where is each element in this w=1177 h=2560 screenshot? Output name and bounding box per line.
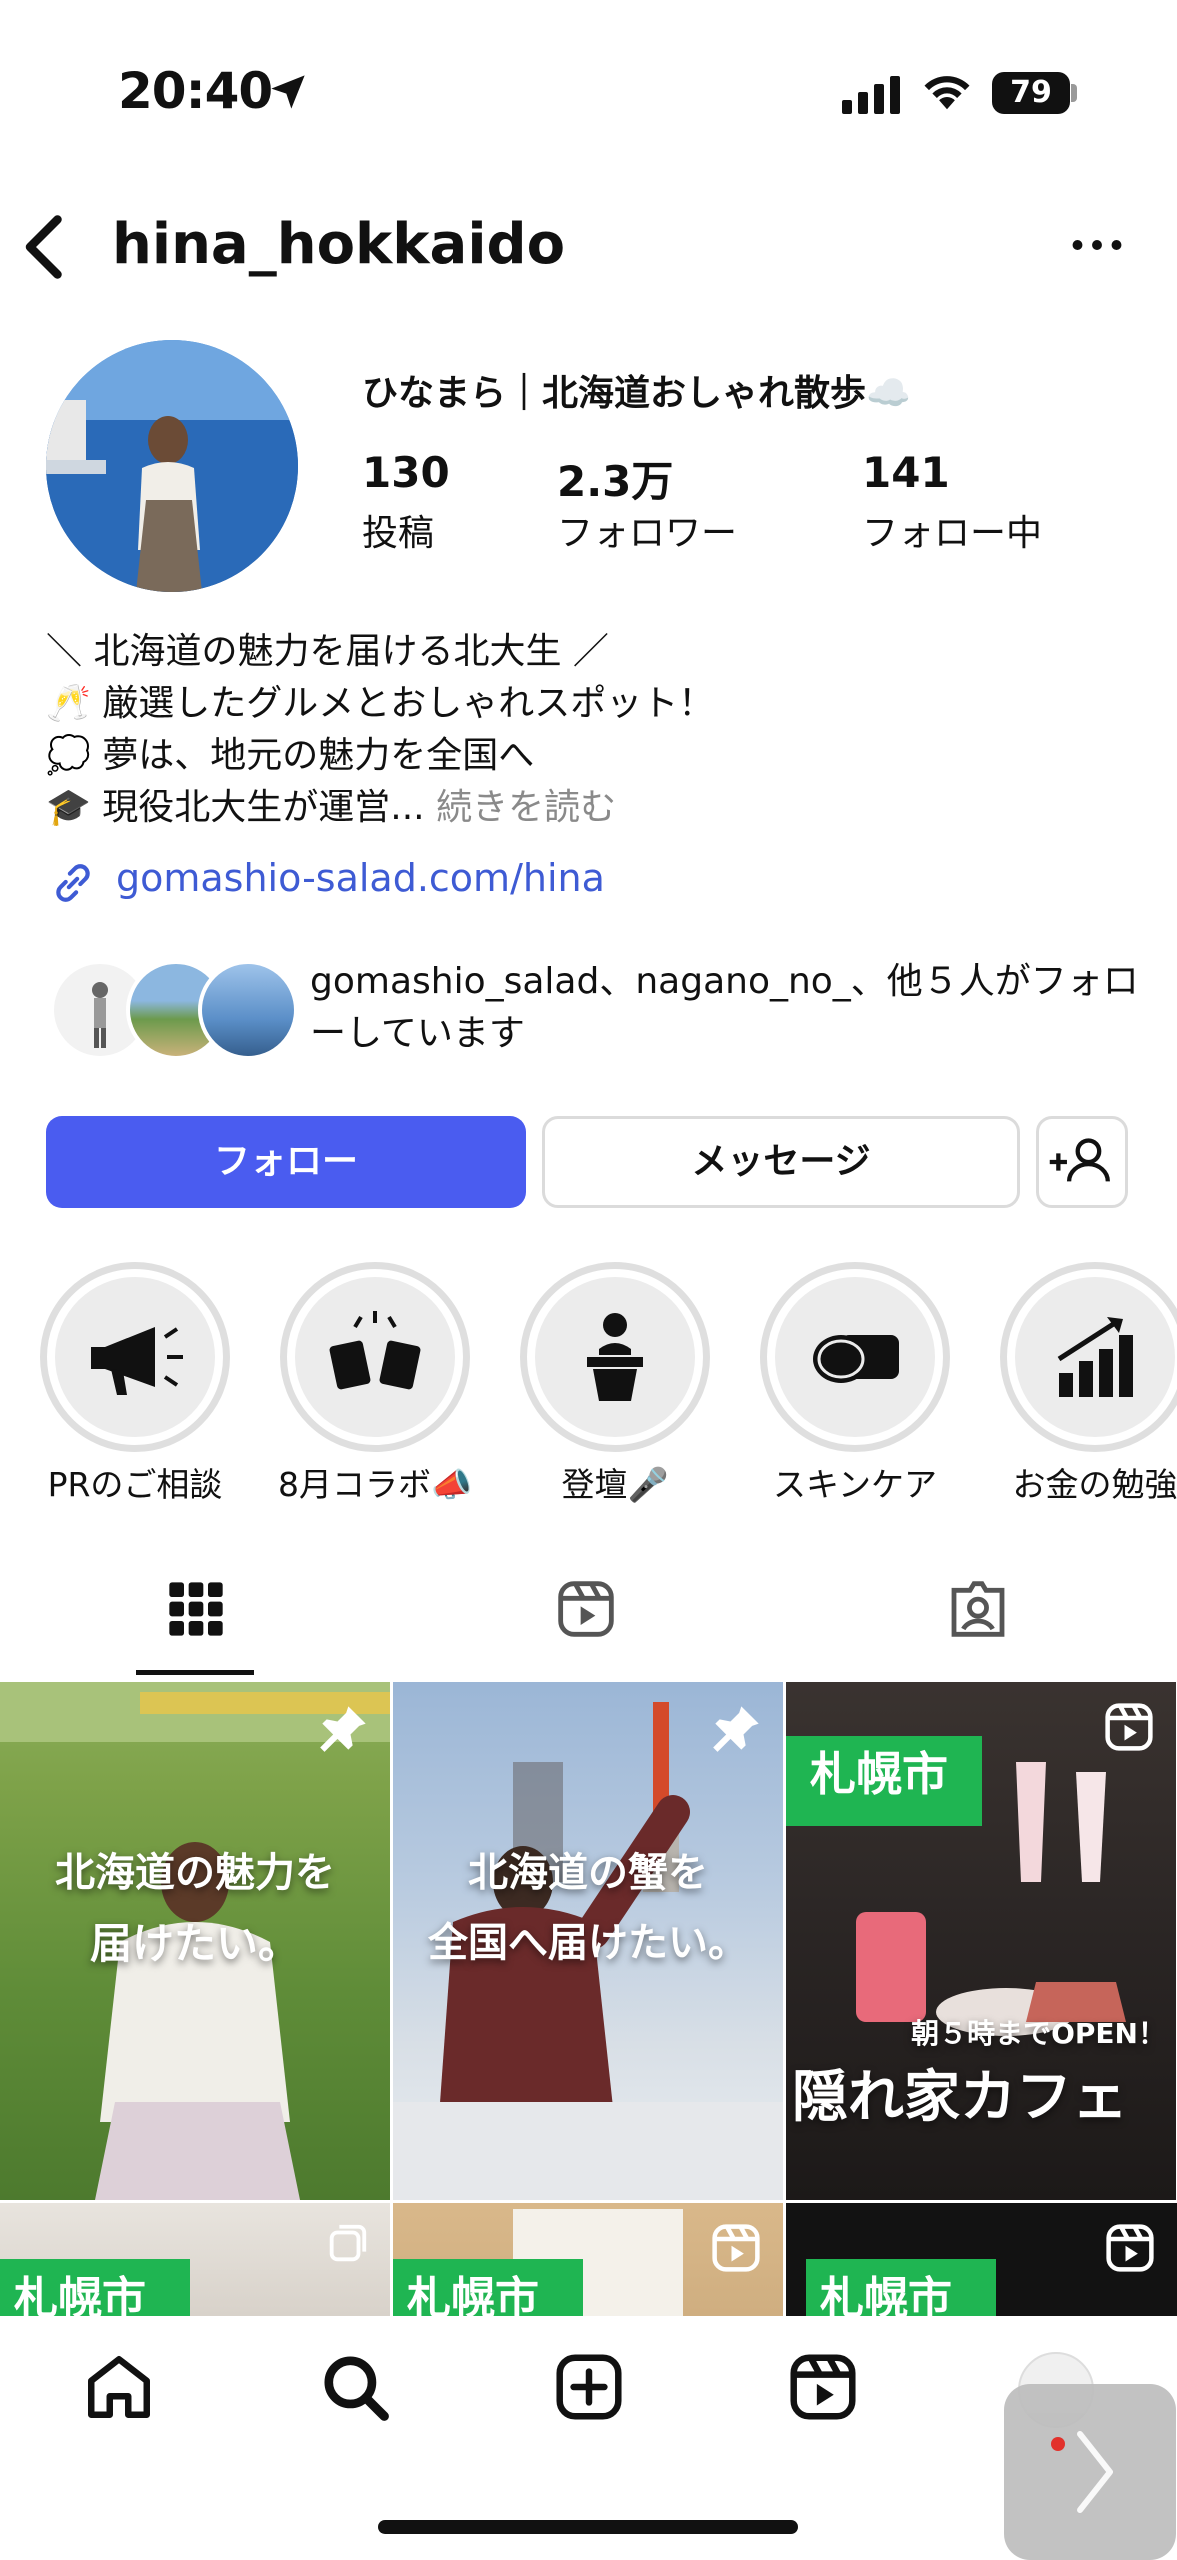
chevron-right-icon (1051, 2431, 1113, 2513)
post-2-title-1: 北海道の蟹を (468, 1850, 708, 1896)
home-icon[interactable] (82, 2350, 156, 2424)
highlight-money-label: お金の勉強 (1012, 1465, 1177, 1504)
search-icon[interactable] (318, 2350, 392, 2424)
active-tab-indicator (136, 1670, 254, 1675)
post-4-location-tag: 札幌市 (0, 2259, 190, 2316)
growth-chart-icon (1057, 1317, 1133, 1397)
followers-count[interactable]: 2.3万 (557, 448, 673, 509)
reel-icon (712, 2224, 760, 2272)
profile-display-name: ひなまら｜北海道おしゃれ散歩☁️ (362, 373, 911, 414)
message-button[interactable]: メッセージ (542, 1116, 1020, 1208)
bio-line-4: 🎓 現役北大生が運営... 続きを読む (46, 782, 616, 834)
bio-line-4-text: 🎓 現役北大生が運営... (46, 787, 425, 828)
reel-icon (1106, 2224, 1154, 2272)
post-4[interactable]: 札幌市 (0, 2203, 390, 2316)
cotton-pads-icon (813, 1335, 899, 1383)
add-person-icon (1049, 1138, 1110, 1182)
highlight-skincare-label: スキンケア (772, 1465, 937, 1504)
highlight-collab-label: 8月コラボ📣 (277, 1465, 473, 1504)
highlight-collab[interactable] (280, 1262, 470, 1452)
bio-website-link[interactable]: gomashio-salad.com/hina (116, 856, 605, 900)
podium-icon (587, 1313, 643, 1401)
post-5-location-tag: 札幌市 (393, 2259, 583, 2316)
bio-read-more-link[interactable]: 続きを読む (436, 787, 616, 828)
pin-icon (320, 1706, 366, 1752)
bio-line-1: ＼ 北海道の魅力を届ける北大生 ／ (46, 631, 609, 672)
post-2-title-2: 全国へ届けたい。 (428, 1920, 748, 1966)
more-options-icon[interactable] (1070, 230, 1124, 260)
bio-line-3: 💭 夢は、地元の魅力を全国へ (46, 735, 535, 776)
following-label[interactable]: フォロー中 (862, 504, 1042, 556)
create-post-icon[interactable] (552, 2350, 626, 2424)
highlight-talk[interactable] (520, 1262, 710, 1452)
posts-count[interactable]: 130 (362, 448, 450, 497)
battery-tip (1071, 84, 1077, 102)
highlight-pr-label: PRのご相談 (47, 1465, 223, 1504)
highlight-talk-label: 登壇🎤 (561, 1465, 669, 1504)
followers-label[interactable]: フォロワー (557, 504, 737, 556)
post-6[interactable]: 札幌市 (786, 2203, 1177, 2316)
assistive-touch-button[interactable] (1004, 2384, 1176, 2560)
bio-line-2: 🥂 厳選したグルメとおしゃれスポット！ (46, 683, 715, 724)
tagged-icon[interactable] (946, 1574, 1010, 1644)
battery-level: 79 (992, 72, 1070, 114)
post-1[interactable]: 北海道の魅力を 届けたい。 (0, 1682, 390, 2200)
follow-button[interactable]: フォロー (46, 1116, 526, 1208)
following-count[interactable]: 141 (862, 448, 950, 497)
profile-username: hina_hokkaido (112, 212, 566, 277)
mutual-followers-avatars[interactable] (50, 960, 298, 1060)
post-5[interactable]: 札幌市 (393, 2203, 783, 2316)
post-3-location-tag: 札幌市 (786, 1736, 982, 1826)
posts-label[interactable]: 投稿 (362, 504, 434, 556)
link-icon (56, 864, 90, 902)
highlight-skincare[interactable] (760, 1262, 950, 1452)
post-3-title: 隠れ家カフェ (792, 2065, 1128, 2130)
cellular-signal-icon (842, 74, 902, 114)
carousel-icon (329, 2224, 367, 2262)
post-3[interactable]: 札幌市 朝５時までOPEN！ 隠れ家カフェ (786, 1682, 1176, 2200)
post-3-subtitle: 朝５時までOPEN！ (911, 2017, 1166, 2050)
home-indicator (378, 2520, 798, 2534)
mutual-avatar-3 (198, 960, 298, 1060)
reels-nav-icon[interactable] (786, 2350, 860, 2424)
highlight-pr[interactable] (40, 1262, 230, 1452)
wifi-icon (924, 76, 970, 110)
beer-mugs-icon (329, 1311, 421, 1390)
reels-icon[interactable] (554, 1574, 618, 1644)
post-1-title-2: 届けたい。 (89, 1919, 300, 1968)
location-arrow-icon (271, 75, 305, 109)
post-6-location-tag: 札幌市 (806, 2259, 996, 2316)
back-chevron-icon[interactable] (20, 212, 70, 282)
mutual-followers-text[interactable]: gomashio_salad、nagano_no_、他５人がフォローしています (310, 956, 1150, 1060)
post-2[interactable]: 北海道の蟹を 全国へ届けたい。 (393, 1682, 783, 2200)
megaphone-icon (91, 1327, 183, 1395)
highlight-money[interactable] (1000, 1262, 1177, 1452)
profile-avatar[interactable] (46, 340, 298, 592)
pin-icon (713, 1706, 759, 1752)
status-time: 20:40 (118, 62, 273, 120)
reel-icon (1105, 1703, 1153, 1751)
grid-icon[interactable] (164, 1574, 228, 1644)
suggested-users-button[interactable] (1036, 1116, 1128, 1208)
post-1-title-1: 北海道の魅力を (55, 1850, 335, 1896)
